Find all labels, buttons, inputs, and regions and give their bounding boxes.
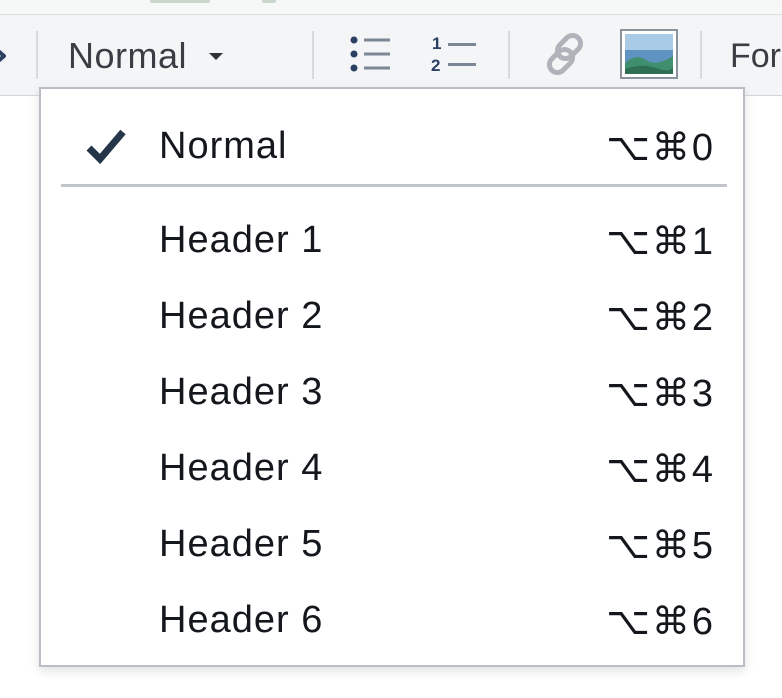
- menu-item-header-6[interactable]: Header 6 ⌥⌘6: [41, 584, 743, 656]
- menu-item-header-1[interactable]: Header 1 ⌥⌘1: [41, 204, 743, 276]
- link-icon: [541, 30, 591, 83]
- menu-item-label: Header 1: [159, 219, 324, 261]
- bulleted-list-icon: [348, 34, 392, 79]
- toolbar-divider: [508, 31, 510, 79]
- menu-item-header-2[interactable]: Header 2 ⌥⌘2: [41, 280, 743, 352]
- menu-item-label: Header 6: [159, 599, 324, 641]
- insert-link-button[interactable]: [538, 32, 594, 79]
- svg-text:2: 2: [431, 56, 440, 75]
- partial-element: [262, 0, 276, 3]
- chevron-right-icon[interactable]: [0, 45, 8, 67]
- top-strip: [0, 0, 782, 15]
- editor-window: Normal 1 2 For Normal ⌥⌘0 Header 1 ⌥⌘1 H…: [0, 0, 782, 698]
- menu-item-shortcut: ⌥⌘0: [606, 127, 715, 169]
- paragraph-style-select[interactable]: Normal: [60, 33, 260, 79]
- formatting-toolbar: Normal 1 2 For: [0, 15, 782, 96]
- menu-item-label: Header 4: [159, 447, 324, 489]
- menu-item-label: Header 5: [159, 523, 324, 565]
- bulleted-list-button[interactable]: [344, 33, 396, 79]
- menu-item-header-3[interactable]: Header 3 ⌥⌘3: [41, 356, 743, 428]
- menu-item-shortcut: ⌥⌘4: [606, 449, 715, 491]
- caret-down-icon: [209, 52, 224, 60]
- menu-item-shortcut: ⌥⌘3: [606, 373, 715, 415]
- toolbar-divider: [312, 31, 314, 79]
- svg-text:1: 1: [432, 34, 441, 53]
- numbered-list-button[interactable]: 1 2: [426, 33, 482, 79]
- menu-item-header-4[interactable]: Header 4 ⌥⌘4: [41, 432, 743, 504]
- image-icon: [620, 28, 678, 84]
- menu-item-label: Header 2: [159, 295, 324, 337]
- menu-divider: [61, 184, 727, 187]
- menu-item-label: Normal: [159, 125, 288, 167]
- menu-item-header-5[interactable]: Header 5 ⌥⌘5: [41, 508, 743, 580]
- menu-item-shortcut: ⌥⌘1: [606, 221, 715, 263]
- menu-item-normal[interactable]: Normal ⌥⌘0: [41, 110, 743, 182]
- menu-item-shortcut: ⌥⌘2: [606, 297, 715, 339]
- format-menu-button[interactable]: For: [730, 37, 781, 76]
- toolbar-divider: [700, 31, 702, 79]
- numbered-list-icon: 1 2: [430, 33, 478, 80]
- paragraph-style-value: Normal: [68, 35, 188, 76]
- toolbar-divider: [36, 31, 38, 79]
- insert-image-button[interactable]: [618, 28, 680, 79]
- menu-item-shortcut: ⌥⌘6: [606, 601, 715, 643]
- checkmark-icon: [86, 128, 126, 165]
- paragraph-style-dropdown: Normal ⌥⌘0 Header 1 ⌥⌘1 Header 2 ⌥⌘2 Hea…: [39, 87, 745, 667]
- partial-element: [150, 0, 210, 3]
- menu-item-shortcut: ⌥⌘5: [606, 525, 715, 567]
- menu-item-label: Header 3: [159, 371, 324, 413]
